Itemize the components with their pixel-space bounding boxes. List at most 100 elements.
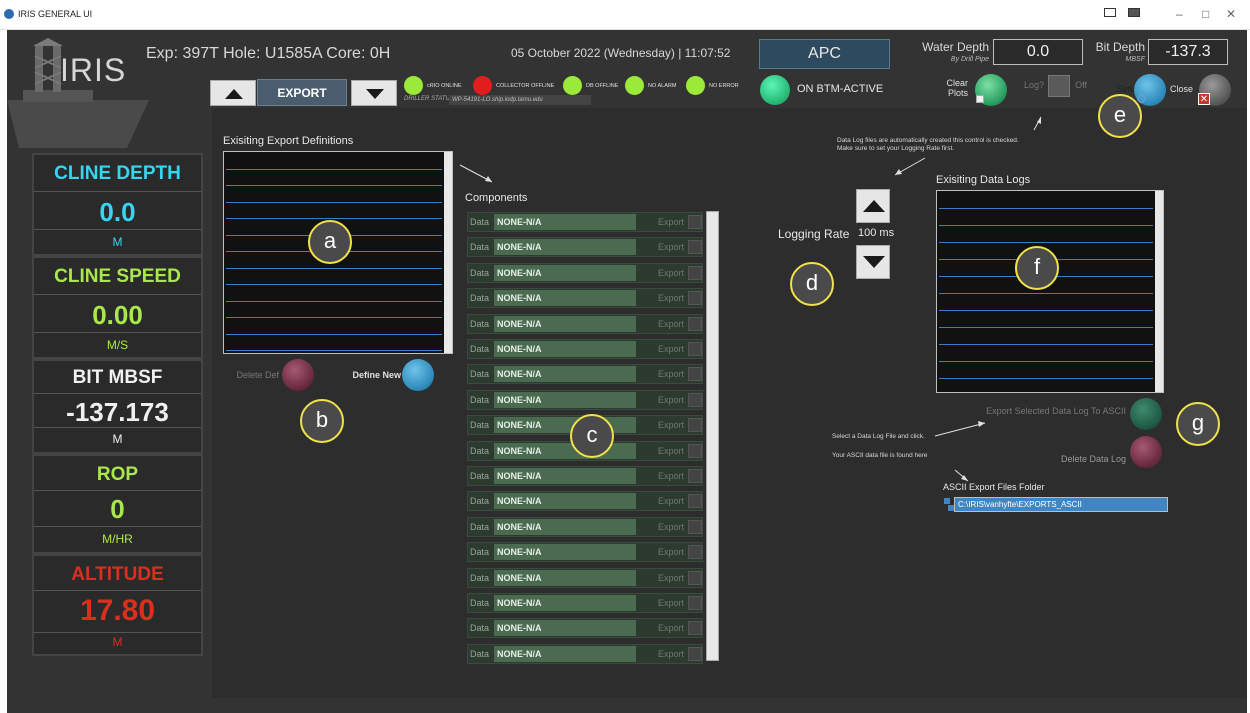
- component-name[interactable]: NONE-N/A: [494, 316, 636, 332]
- logging-rate-down-button[interactable]: [856, 245, 890, 279]
- component-export-checkbox[interactable]: [688, 621, 702, 635]
- component-export-checkbox[interactable]: [688, 266, 702, 280]
- component-export-label: Export: [658, 623, 685, 633]
- component-export-checkbox[interactable]: [688, 545, 702, 559]
- component-export-checkbox[interactable]: [688, 418, 702, 432]
- alarm-status-label: NO ALARM: [648, 83, 677, 89]
- component-data-label: Data: [470, 547, 490, 557]
- define-new-label: Define New: [352, 370, 401, 380]
- list-row-line: [226, 201, 442, 203]
- component-name[interactable]: NONE-N/A: [494, 646, 636, 662]
- export-page-button[interactable]: EXPORT: [257, 79, 347, 106]
- component-name[interactable]: NONE-N/A: [494, 468, 636, 484]
- delete-def-button[interactable]: [282, 359, 314, 391]
- next-page-button[interactable]: [351, 80, 397, 106]
- component-name[interactable]: NONE-N/A: [494, 392, 636, 408]
- component-row: Data NONE-N/A Export: [467, 288, 703, 308]
- delete-log-label: Delete Data Log: [1060, 454, 1126, 464]
- divider: [34, 427, 201, 428]
- list-row-line: [226, 218, 442, 219]
- marker-a: a: [308, 220, 352, 264]
- error-status-led: [686, 76, 705, 95]
- scrollbar[interactable]: [1155, 191, 1163, 392]
- data-logs-list[interactable]: [936, 190, 1164, 393]
- component-export-label: Export: [658, 344, 685, 354]
- components-scrollbar[interactable]: [706, 211, 719, 661]
- component-export-checkbox[interactable]: [688, 444, 702, 458]
- component-export-checkbox[interactable]: [688, 342, 702, 356]
- altitude-unit: M: [112, 635, 123, 649]
- component-name[interactable]: NONE-N/A: [494, 620, 636, 636]
- data-logs-title: Exisiting Data Logs: [936, 174, 1031, 186]
- component-export-label: Export: [658, 471, 685, 481]
- list-row-line: [226, 284, 442, 285]
- error-status-label: NO ERROR: [709, 83, 739, 89]
- component-name[interactable]: NONE-N/A: [494, 595, 636, 611]
- clear-plots-check[interactable]: [976, 95, 984, 103]
- component-export-label: Export: [658, 598, 685, 608]
- divider: [34, 632, 201, 633]
- component-data-label: Data: [470, 598, 490, 608]
- log-toggle[interactable]: [1048, 75, 1070, 97]
- component-export-checkbox[interactable]: [688, 520, 702, 534]
- component-name[interactable]: NONE-N/A: [494, 366, 636, 382]
- folder-icon: [944, 498, 950, 504]
- maximize-button[interactable]: □: [1202, 7, 1209, 21]
- cline-speed-value: 0.00: [92, 300, 143, 330]
- log-off-label: Off: [1075, 80, 1087, 90]
- close-window-button[interactable]: ✕: [1226, 7, 1236, 21]
- define-new-button[interactable]: [402, 359, 434, 391]
- divider: [34, 393, 201, 394]
- component-export-checkbox[interactable]: [688, 317, 702, 331]
- component-export-label: Export: [658, 446, 685, 456]
- component-name[interactable]: NONE-N/A: [494, 214, 636, 230]
- component-export-checkbox[interactable]: [688, 469, 702, 483]
- component-export-checkbox[interactable]: [688, 647, 702, 661]
- crio-status-led: [404, 76, 423, 95]
- altitude-value: 17.80: [79, 594, 156, 627]
- component-export-checkbox[interactable]: [688, 393, 702, 407]
- component-name[interactable]: NONE-N/A: [494, 290, 636, 306]
- component-name[interactable]: NONE-N/A: [494, 417, 636, 433]
- monitor-icon[interactable]: [1104, 8, 1116, 17]
- component-name[interactable]: NONE-N/A: [494, 265, 636, 281]
- component-export-checkbox[interactable]: [688, 571, 702, 585]
- logging-rate-up-button[interactable]: [856, 189, 890, 223]
- delete-log-button[interactable]: [1130, 436, 1162, 468]
- export-ascii-button[interactable]: [1130, 398, 1162, 430]
- list-row-line: [939, 242, 1153, 243]
- component-row: Data NONE-N/A Export: [467, 390, 703, 410]
- ascii-folder-path[interactable]: C:\IRIS\vanhyfte\EXPORTS_ASCII: [954, 497, 1168, 512]
- component-name[interactable]: NONE-N/A: [494, 519, 636, 535]
- component-name[interactable]: NONE-N/A: [494, 443, 636, 459]
- keyboard-icon[interactable]: [1128, 8, 1140, 17]
- component-export-checkbox[interactable]: [688, 291, 702, 305]
- minimize-button[interactable]: –: [1176, 7, 1183, 21]
- component-name[interactable]: NONE-N/A: [494, 544, 636, 560]
- component-name[interactable]: NONE-N/A: [494, 493, 636, 509]
- component-export-label: Export: [658, 319, 685, 329]
- component-name[interactable]: NONE-N/A: [494, 570, 636, 586]
- cline-speed-title: CLINE SPEED: [54, 266, 181, 287]
- scrollbar[interactable]: [444, 152, 452, 353]
- rop-value: 0: [110, 494, 125, 524]
- prev-page-button[interactable]: [210, 80, 256, 106]
- component-export-checkbox[interactable]: [688, 240, 702, 254]
- component-name[interactable]: NONE-N/A: [494, 239, 636, 255]
- list-row-line: [939, 378, 1153, 379]
- component-export-checkbox[interactable]: [688, 215, 702, 229]
- marker-d: d: [790, 262, 834, 306]
- component-export-label: Export: [658, 369, 685, 379]
- collector-status-label: COLLECTOR OFFLINE: [496, 83, 555, 89]
- component-row: Data NONE-N/A Export: [467, 491, 703, 511]
- component-row: Data NONE-N/A Export: [467, 263, 703, 283]
- window-title: IRIS GENERAL UI: [18, 9, 93, 19]
- component-row: Data NONE-N/A Export: [467, 568, 703, 588]
- component-export-label: Export: [658, 420, 685, 430]
- logo-text: IRIS: [60, 52, 127, 88]
- component-name[interactable]: NONE-N/A: [494, 341, 636, 357]
- app-icon: [4, 9, 14, 19]
- component-export-checkbox[interactable]: [688, 494, 702, 508]
- component-export-checkbox[interactable]: [688, 367, 702, 381]
- component-export-checkbox[interactable]: [688, 596, 702, 610]
